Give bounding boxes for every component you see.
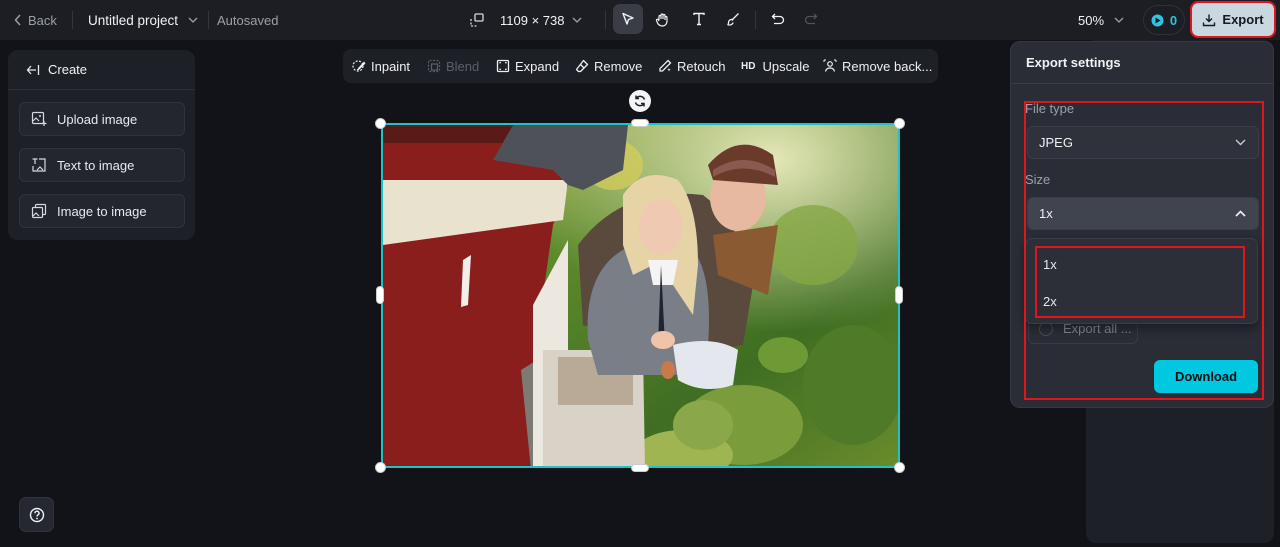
resize-handle-bottom-left[interactable]	[375, 462, 386, 473]
zoom-level: 50%	[1078, 12, 1105, 28]
remove-label: Remove	[594, 58, 643, 74]
collapse-left-icon	[26, 64, 40, 75]
hd-icon: HD	[741, 60, 756, 72]
redo-icon	[804, 13, 818, 25]
select-tool-button[interactable]	[613, 4, 643, 34]
redo-button[interactable]	[796, 4, 826, 34]
upload-image-button[interactable]: Upload image	[19, 102, 185, 136]
back-button[interactable]: Back	[14, 0, 57, 40]
divider	[755, 11, 756, 29]
divider	[208, 11, 209, 29]
eraser-icon	[575, 59, 589, 73]
rotate-handle[interactable]	[629, 90, 651, 112]
edit-toolbar: Inpaint Blend Expand Remove Retouch HD U…	[343, 49, 938, 83]
canvas-size-dropdown[interactable]: 1109 × 738	[470, 0, 582, 40]
project-name-dropdown[interactable]: Untitled project	[88, 0, 198, 40]
resize-handle-right[interactable]	[895, 286, 903, 304]
hand-tool-button[interactable]	[647, 4, 677, 34]
project-name: Untitled project	[88, 12, 179, 28]
credits-badge[interactable]: 0	[1143, 5, 1185, 35]
back-label: Back	[28, 12, 57, 28]
retouch-label: Retouch	[677, 58, 726, 74]
chevron-down-icon	[1114, 17, 1124, 23]
hand-icon	[655, 12, 668, 27]
text-to-image-label: Text to image	[57, 157, 135, 173]
resize-handle-bottom[interactable]	[631, 464, 649, 472]
resize-handle-top[interactable]	[631, 119, 649, 127]
chevron-left-icon	[14, 14, 21, 26]
blend-button[interactable]: Blend	[427, 49, 479, 83]
credits-count: 0	[1169, 12, 1178, 28]
upload-image-label: Upload image	[57, 111, 138, 127]
inpaint-icon	[352, 60, 366, 72]
chevron-down-icon	[573, 17, 582, 23]
resize-handle-left[interactable]	[376, 286, 384, 304]
text-icon	[693, 12, 705, 26]
create-panel-header[interactable]: Create	[8, 50, 195, 90]
undo-icon	[771, 13, 785, 25]
expand-button[interactable]: Expand	[496, 49, 559, 83]
divider	[605, 11, 606, 29]
remove-button[interactable]: Remove	[575, 49, 642, 83]
brush-icon	[727, 13, 739, 26]
retouch-button[interactable]: Retouch	[658, 49, 725, 83]
photo	[383, 125, 898, 466]
zoom-dropdown[interactable]: 50%	[1078, 0, 1124, 40]
chevron-down-icon	[188, 17, 198, 23]
remove-background-button[interactable]: Remove back...	[823, 49, 932, 83]
help-icon	[29, 507, 44, 522]
brush-tool-button[interactable]	[718, 4, 748, 34]
download-icon	[1203, 14, 1216, 26]
text-to-image-button[interactable]: Text to image	[19, 148, 185, 182]
resize-handle-top-left[interactable]	[375, 118, 386, 129]
upscale-label: Upscale	[762, 58, 810, 74]
inpaint-label: Inpaint	[371, 58, 411, 74]
expand-icon	[496, 59, 510, 73]
upscale-button[interactable]: HD Upscale	[741, 49, 809, 83]
resize-icon	[470, 13, 484, 27]
resize-handle-top-right[interactable]	[894, 118, 905, 129]
retouch-icon	[659, 59, 672, 72]
image-to-image-icon	[31, 203, 47, 219]
rotate-icon	[634, 95, 646, 107]
blend-label: Blend	[446, 58, 480, 74]
export-button[interactable]: Export	[1190, 1, 1276, 38]
divider	[72, 11, 73, 29]
upload-image-icon	[31, 111, 47, 126]
expand-label: Expand	[515, 58, 560, 74]
text-to-image-icon	[32, 158, 46, 172]
create-panel-title: Create	[48, 62, 88, 77]
resize-handle-bottom-right[interactable]	[894, 462, 905, 473]
undo-button[interactable]	[763, 4, 793, 34]
blend-icon	[427, 59, 441, 73]
remove-background-label: Remove back...	[842, 58, 933, 74]
highlight-box-size-options	[1035, 246, 1245, 318]
credits-icon	[1151, 14, 1164, 26]
cursor-arrow-icon	[622, 12, 634, 25]
inpaint-button[interactable]: Inpaint	[352, 49, 410, 83]
save-status: Autosaved	[217, 12, 279, 28]
canvas-image[interactable]	[381, 123, 900, 468]
top-bar: Back Untitled project Autosaved 1109 × 7…	[0, 0, 1280, 40]
canvas-size: 1109 × 738	[500, 12, 565, 28]
image-to-image-button[interactable]: Image to image	[19, 194, 185, 228]
export-label: Export	[1222, 12, 1264, 27]
export-settings-title: Export settings	[1011, 42, 1273, 84]
image-to-image-label: Image to image	[57, 203, 147, 219]
help-button[interactable]	[19, 497, 54, 532]
text-tool-button[interactable]	[684, 4, 714, 34]
create-panel: Create Upload image Text to image Image …	[8, 50, 195, 240]
remove-background-icon	[823, 59, 837, 72]
